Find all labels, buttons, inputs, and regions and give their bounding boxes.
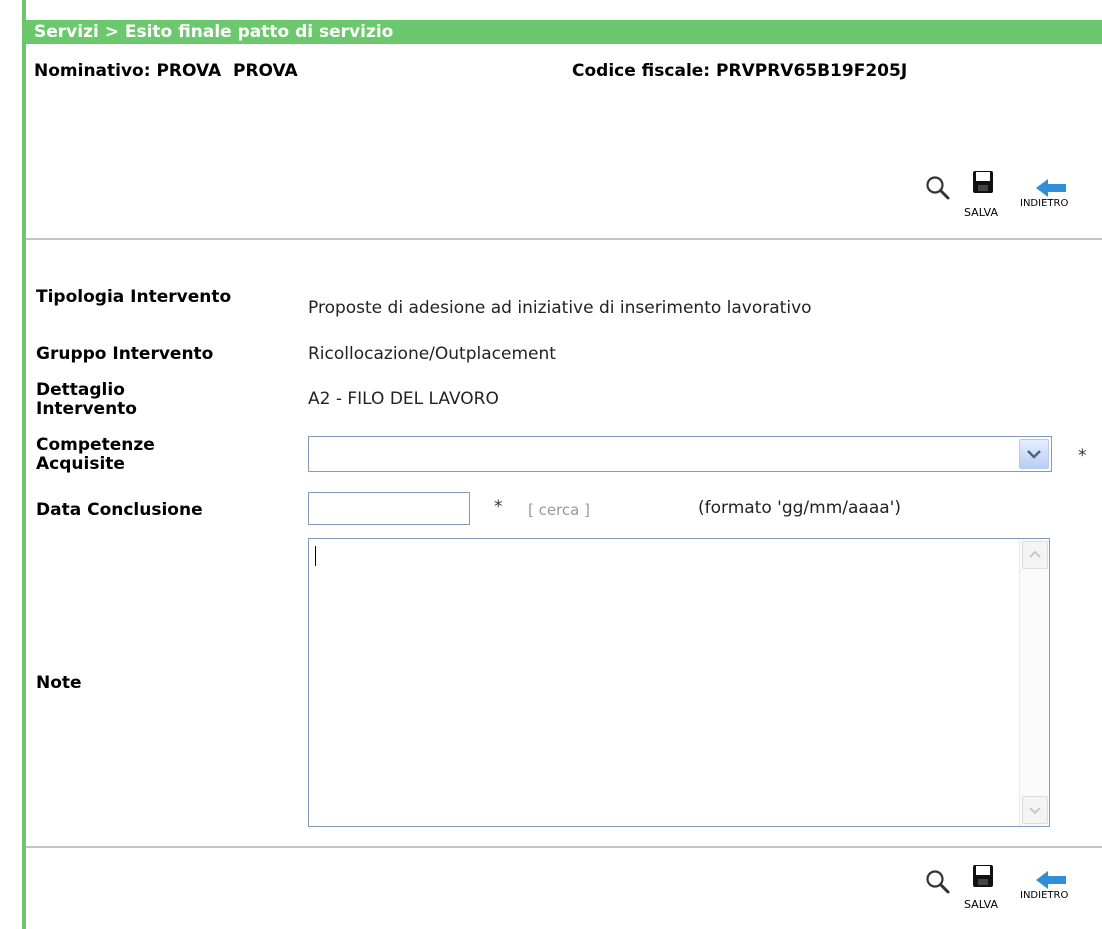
data-conclusione-input[interactable] <box>308 492 470 525</box>
nominativo-label: Nominativo: <box>34 61 151 81</box>
data-conclusione-label: Data Conclusione <box>36 500 203 520</box>
search-button[interactable] <box>924 174 952 202</box>
date-format-hint: (formato 'gg/mm/aaaa') <box>698 498 901 518</box>
nominativo: Nominativo: PROVA PROVA <box>34 60 298 82</box>
divider-bottom <box>26 846 1102 848</box>
save-icon <box>973 171 993 193</box>
competenze-label: Competenze Acquisite <box>36 435 155 474</box>
back-arrow-icon <box>1036 871 1066 889</box>
divider-top <box>26 238 1102 240</box>
breadcrumb: Servizi > Esito finale patto di servizio <box>26 20 1102 44</box>
scroll-up-button[interactable] <box>1022 541 1048 569</box>
search-button[interactable] <box>924 868 952 896</box>
back-arrow-icon <box>1036 179 1066 197</box>
dettaglio-value: A2 - FILO DEL LAVORO <box>308 389 499 409</box>
dettaglio-label: Dettaglio Intervento <box>36 380 137 419</box>
required-mark: * <box>494 497 503 517</box>
save-label: SALVA <box>964 898 998 911</box>
tipologia-value: Proposte di adesione ad iniziative di in… <box>308 298 812 318</box>
scroll-down-button[interactable] <box>1022 796 1048 824</box>
competenze-select[interactable] <box>308 436 1052 472</box>
search-icon <box>926 870 950 894</box>
back-button[interactable]: INDIETRO <box>1016 864 1100 916</box>
chevron-down-icon <box>1029 807 1041 815</box>
note-scrollbar[interactable] <box>1019 539 1049 826</box>
search-icon <box>926 176 950 200</box>
toolbar-bottom: SALVA INDIETRO <box>900 864 1100 920</box>
page-frame: Servizi > Esito finale patto di servizio… <box>22 0 1102 929</box>
required-mark: * <box>1078 446 1087 466</box>
codice-fiscale-value: PRVPRV65B19F205J <box>716 61 908 81</box>
codice-fiscale-label: Codice fiscale: <box>572 61 711 81</box>
gruppo-label: Gruppo Intervento <box>36 344 214 364</box>
chevron-down-icon <box>1027 450 1041 459</box>
tipologia-label: Tipologia Intervento <box>36 287 232 307</box>
codice-fiscale: Codice fiscale: PRVPRV65B19F205J <box>572 60 907 82</box>
cerca-link[interactable]: [ cerca ] <box>528 501 590 519</box>
save-button[interactable]: SALVA <box>958 170 1014 222</box>
text-caret <box>315 546 316 566</box>
dropdown-button[interactable] <box>1019 439 1049 469</box>
save-icon <box>973 865 993 887</box>
gruppo-value: Ricollocazione/Outplacement <box>308 344 556 364</box>
note-label: Note <box>36 673 82 693</box>
nominativo-value: PROVA PROVA <box>156 61 298 81</box>
back-label: INDIETRO <box>1020 198 1069 209</box>
note-textarea[interactable] <box>308 538 1050 827</box>
back-label: INDIETRO <box>1020 890 1069 901</box>
back-button[interactable]: INDIETRO <box>1016 170 1100 222</box>
save-button[interactable]: SALVA <box>958 864 1014 916</box>
save-label: SALVA <box>964 206 998 219</box>
chevron-up-icon <box>1029 550 1041 558</box>
toolbar-top: SALVA INDIETRO <box>900 170 1100 226</box>
